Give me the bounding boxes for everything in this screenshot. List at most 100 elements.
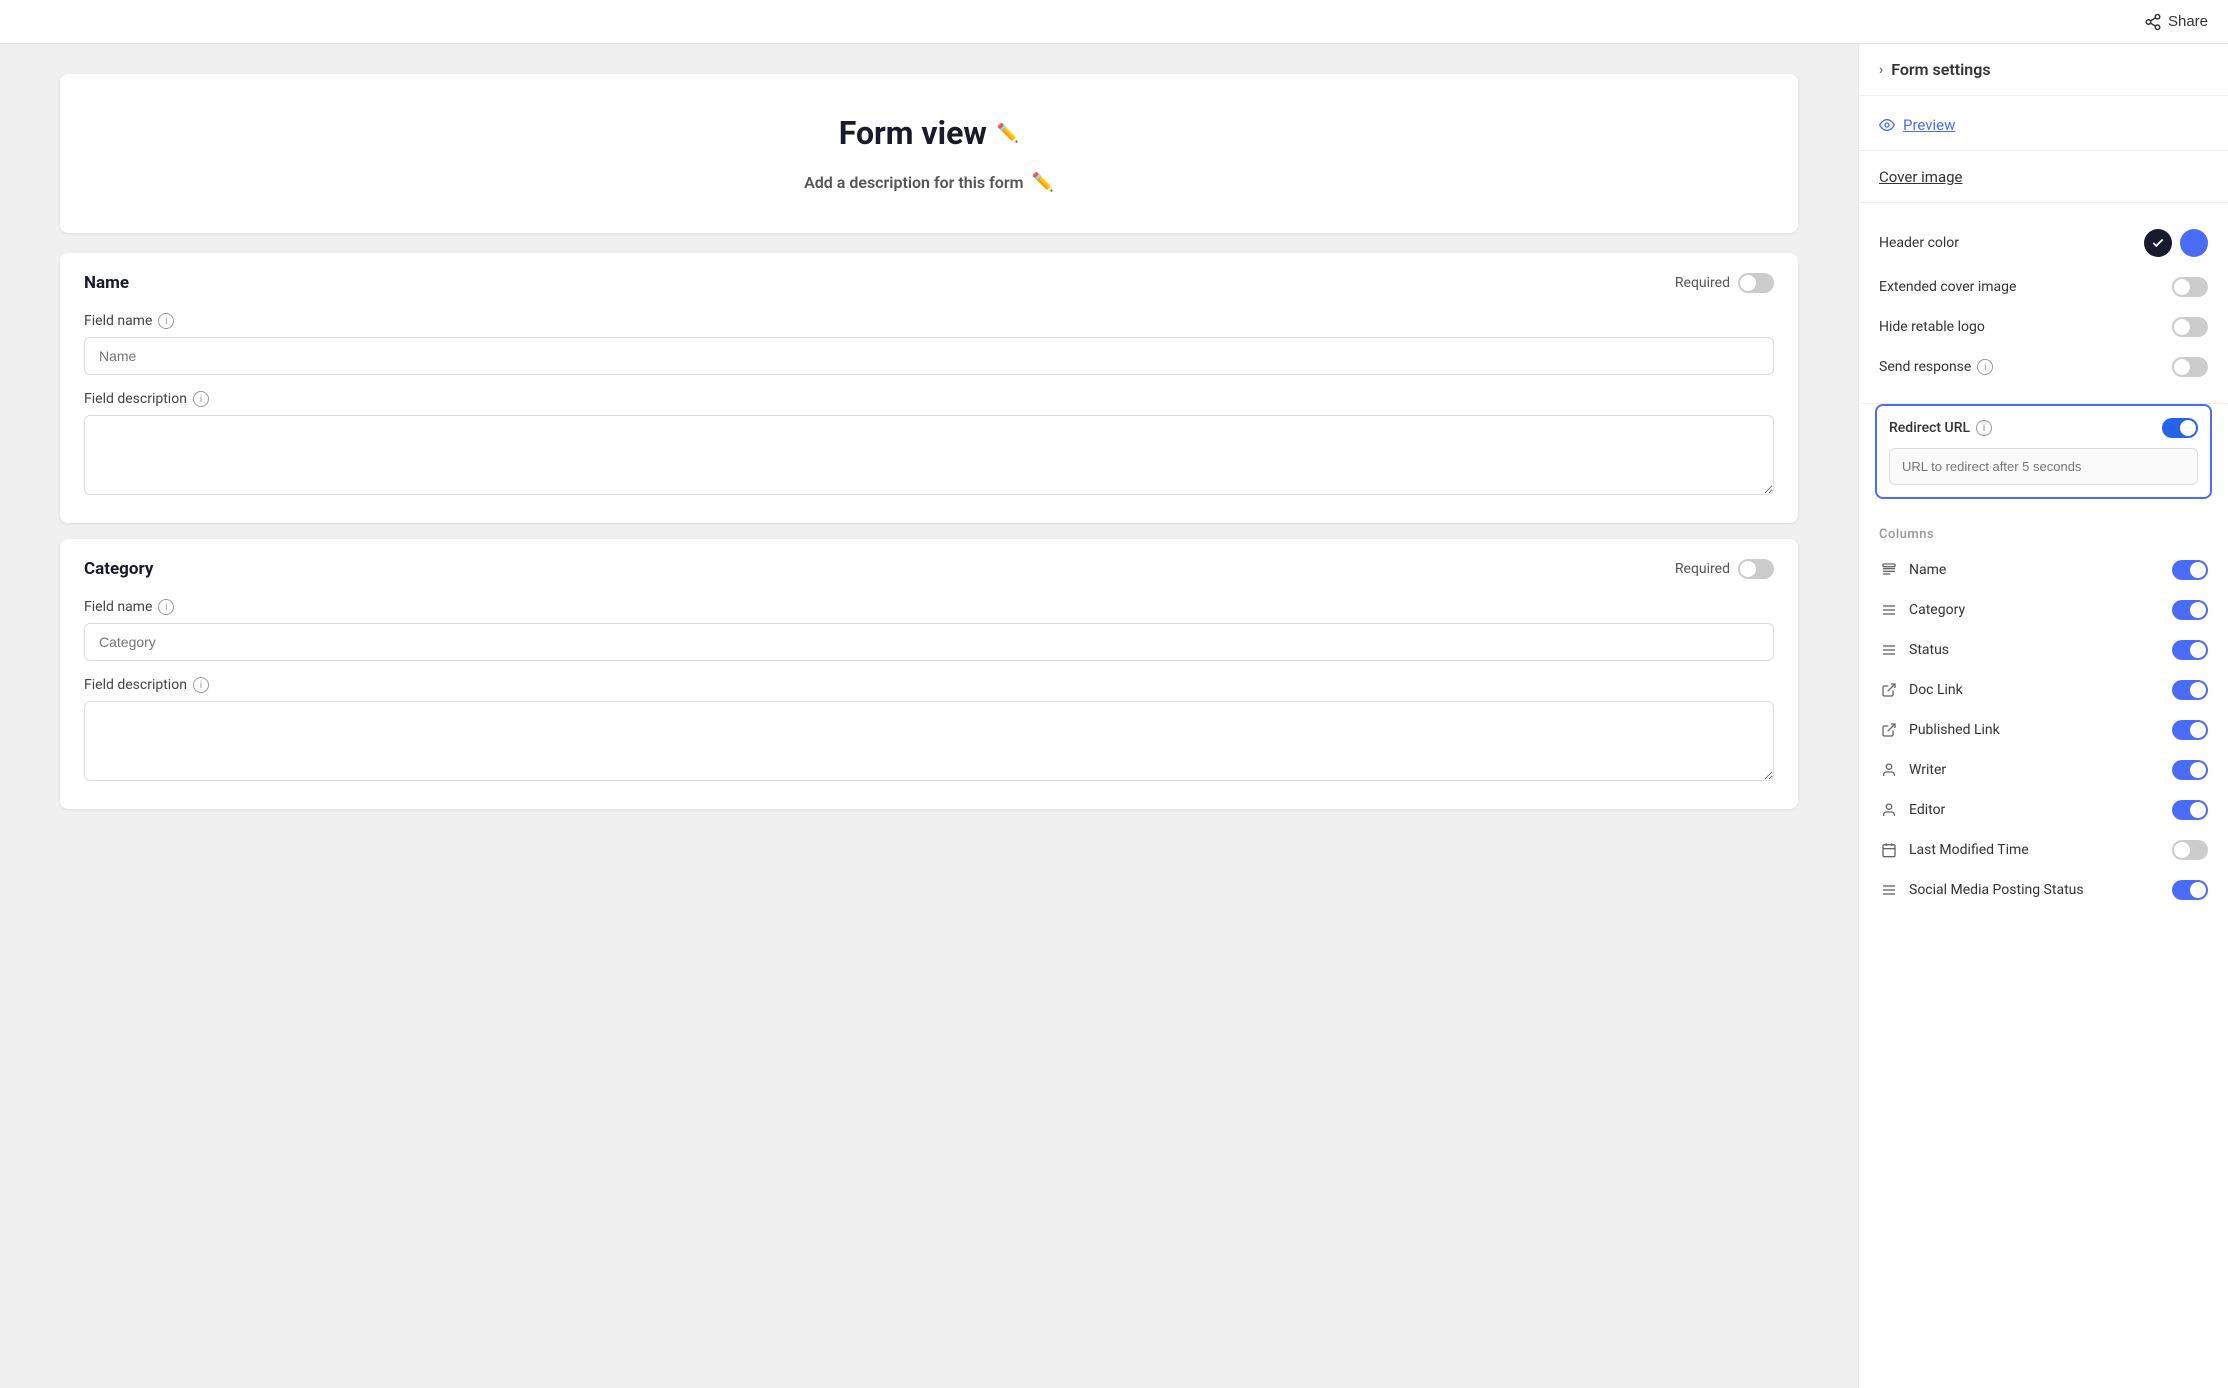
redirect-url-label: Redirect URL i [1889, 420, 1992, 436]
form-title-edit-icon[interactable]: ✏️ [997, 123, 1019, 144]
name-field-title: Name [84, 273, 129, 293]
header-color-label: Header color [1879, 235, 1959, 251]
column-name: Status [1909, 642, 1949, 658]
form-settings-chevron-icon: › [1879, 62, 1883, 78]
hide-retable-logo-label: Hide retable logo [1879, 319, 1985, 335]
column-row-left: Status [1879, 640, 1949, 660]
column-row-left: Doc Link [1879, 680, 1963, 700]
name-field-name-info-icon[interactable]: i [158, 313, 174, 329]
name-required-toggle[interactable] [1738, 273, 1774, 293]
column-icon-last-modified-time [1879, 840, 1899, 860]
redirect-url-toggle[interactable] [2162, 418, 2198, 438]
column-toggle-editor[interactable] [2172, 800, 2208, 820]
column-icon-doc-link [1879, 680, 1899, 700]
column-icon-writer [1879, 760, 1899, 780]
column-row: Social Media Posting Status [1859, 870, 2228, 910]
cover-image-link[interactable]: Cover image [1879, 168, 1962, 186]
column-row-left: Social Media Posting Status [1879, 880, 2084, 900]
extended-cover-image-row: Extended cover image [1879, 267, 2208, 307]
extended-cover-image-label: Extended cover image [1879, 279, 2016, 295]
column-row-left: Editor [1879, 800, 1945, 820]
left-content: Form view ✏️ Add a description for this … [0, 44, 1858, 1388]
column-toggle-last-modified-time[interactable] [2172, 840, 2208, 860]
name-field-description-label: Field description i [84, 391, 1774, 407]
column-row-left: Published Link [1879, 720, 2000, 740]
column-toggle-name[interactable] [2172, 560, 2208, 580]
category-field-desc-info-icon[interactable]: i [193, 677, 209, 693]
extended-cover-image-toggle[interactable] [2172, 277, 2208, 297]
share-icon [2144, 13, 2162, 31]
name-field-name-label: Field name i [84, 313, 1774, 329]
column-name: Writer [1909, 762, 1946, 778]
share-label: Share [2168, 13, 2208, 30]
form-header-card: Form view ✏️ Add a description for this … [60, 74, 1798, 233]
column-name: Doc Link [1909, 682, 1963, 698]
color-blue[interactable] [2180, 229, 2208, 257]
send-response-label: Send response [1879, 359, 1971, 375]
column-row: Editor [1859, 790, 2228, 830]
hide-retable-logo-row: Hide retable logo [1879, 307, 2208, 347]
form-description-row[interactable]: Add a description for this form ✏️ [80, 172, 1778, 193]
color-dark[interactable] [2144, 229, 2172, 257]
name-field-card: Name Required Field name i Field descrip… [60, 253, 1798, 523]
redirect-url-input[interactable] [1889, 448, 2198, 485]
column-name: Editor [1909, 802, 1945, 818]
name-required-row: Required [1675, 273, 1774, 293]
preview-link[interactable]: Preview [1879, 116, 2208, 134]
category-required-label: Required [1675, 561, 1730, 577]
preview-section: Preview [1859, 96, 2228, 151]
column-toggle-status[interactable] [2172, 640, 2208, 660]
columns-header: Columns [1859, 515, 2228, 550]
column-icon-category [1879, 600, 1899, 620]
send-response-label-row: Send response i [1879, 359, 1993, 375]
column-toggle-writer[interactable] [2172, 760, 2208, 780]
column-icon-published-link [1879, 720, 1899, 740]
column-row-left: Writer [1879, 760, 1946, 780]
category-field-name-label: Field name i [84, 599, 1774, 615]
form-settings-header[interactable]: › Form settings [1879, 60, 2208, 79]
form-title-row: Form view ✏️ [80, 114, 1778, 152]
category-required-toggle[interactable] [1738, 559, 1774, 579]
send-response-toggle[interactable] [2172, 357, 2208, 377]
column-toggle-social-media-posting-status[interactable] [2172, 880, 2208, 900]
name-field-description-input[interactable] [84, 415, 1774, 495]
column-icon-editor [1879, 800, 1899, 820]
header-color-row: Header color [1879, 219, 2208, 267]
column-row: Published Link [1859, 710, 2228, 750]
columns-list: Name Category Status Doc Link Published … [1859, 550, 2228, 910]
column-row: Doc Link [1859, 670, 2228, 710]
category-field-name-input[interactable] [84, 623, 1774, 661]
column-row-left: Name [1879, 560, 1946, 580]
redirect-url-info-icon[interactable]: i [1976, 420, 1992, 436]
category-field-header: Category Required [84, 559, 1774, 579]
send-response-row: Send response i [1879, 347, 2208, 387]
column-name: Category [1909, 602, 1965, 618]
column-toggle-category[interactable] [2172, 600, 2208, 620]
name-field-name-input[interactable] [84, 337, 1774, 375]
column-row-left: Category [1879, 600, 1965, 620]
cover-image-section: Cover image [1859, 151, 2228, 203]
category-required-row: Required [1675, 559, 1774, 579]
column-icon-status [1879, 640, 1899, 660]
form-description-edit-icon[interactable]: ✏️ [1031, 172, 1053, 193]
send-response-info-icon[interactable]: i [1977, 359, 1993, 375]
column-row: Last Modified Time [1859, 830, 2228, 870]
column-name: Last Modified Time [1909, 842, 2029, 858]
top-bar: Share [0, 0, 2228, 44]
header-color-section: Header color Extended cover image [1859, 203, 2228, 404]
main-layout: Form view ✏️ Add a description for this … [0, 44, 2228, 1388]
column-row: Name [1859, 550, 2228, 590]
column-toggle-doc-link[interactable] [2172, 680, 2208, 700]
column-name: Name [1909, 562, 1946, 578]
column-toggle-published-link[interactable] [2172, 720, 2208, 740]
name-field-desc-info-icon[interactable]: i [193, 391, 209, 407]
category-field-name-info-icon[interactable]: i [158, 599, 174, 615]
redirect-url-label-text: Redirect URL [1889, 420, 1970, 436]
share-button[interactable]: Share [2144, 13, 2208, 31]
color-options [2144, 229, 2208, 257]
category-field-title: Category [84, 559, 153, 579]
category-field-description-input[interactable] [84, 701, 1774, 781]
category-field-card: Category Required Field name i Field des… [60, 539, 1798, 809]
column-row: Writer [1859, 750, 2228, 790]
hide-retable-logo-toggle[interactable] [2172, 317, 2208, 337]
